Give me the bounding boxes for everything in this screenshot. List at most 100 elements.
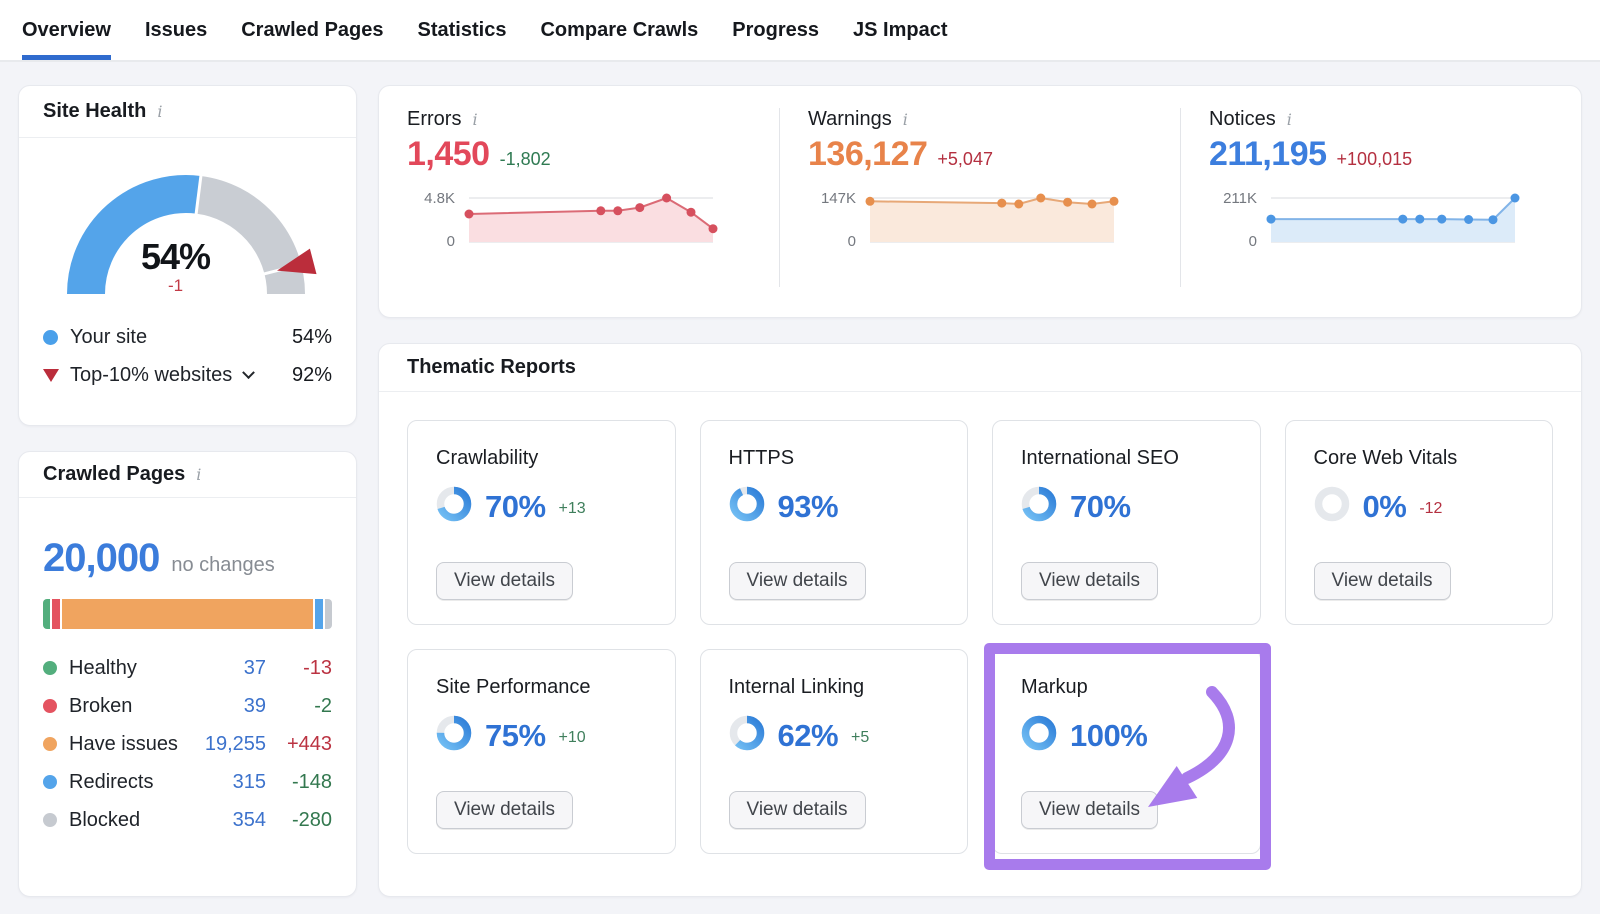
- crawl-row-have-issues: Have issues 19,255 +443: [43, 725, 332, 763]
- https-view-details-button[interactable]: View details: [729, 562, 866, 600]
- healthy-dot-icon: [43, 661, 57, 675]
- warnings-axis-max: 147K: [821, 190, 856, 207]
- markup-title: Markup: [1021, 676, 1232, 699]
- tab-js-impact[interactable]: JS Impact: [853, 0, 947, 60]
- crawled-pages-body: 20,000 no changes Healthy 37 -13 Broken …: [19, 498, 356, 839]
- notices-axis-max: 211K: [1223, 190, 1257, 207]
- crawled-pages-card: Crawled Pages i 20,000 no changes Health…: [18, 451, 357, 897]
- blocked-label: Blocked: [69, 809, 140, 832]
- crawl-row-healthy: Healthy 37 -13: [43, 649, 332, 687]
- errors-delta: -1,802: [500, 149, 551, 170]
- notices-delta: +100,015: [1337, 149, 1413, 170]
- broken-value[interactable]: 39: [194, 695, 266, 718]
- crawled-pages-title: Crawled Pages: [43, 463, 185, 486]
- tab-overview[interactable]: Overview: [22, 0, 111, 60]
- site-performance-delta: +10: [559, 729, 586, 747]
- crawled-pages-header: Crawled Pages i: [19, 452, 356, 498]
- redirects-value[interactable]: 315: [194, 771, 266, 794]
- have-issues-label: Have issues: [69, 733, 178, 756]
- top10-value: 92%: [292, 364, 332, 387]
- gauge-score: 54%: [46, 236, 306, 278]
- internal-linking-delta: +5: [851, 729, 869, 747]
- info-icon[interactable]: i: [155, 102, 164, 121]
- site-performance-view-details-button[interactable]: View details: [436, 791, 573, 829]
- blocked-delta: -280: [266, 809, 332, 832]
- notices-sparkline: [1265, 186, 1523, 255]
- have-issues-dot-icon: [43, 737, 57, 751]
- issues-stats-card: Errors i 1,450 -1,802 4.8K 0: [378, 85, 1582, 318]
- stat-warnings: Warnings i 136,127 +5,047 147K 0: [779, 108, 1180, 287]
- info-icon[interactable]: i: [194, 465, 203, 484]
- errors-axis-zero: 0: [447, 233, 455, 250]
- markup-pct: 100%: [1070, 718, 1147, 754]
- crawlability-view-details-button[interactable]: View details: [436, 562, 573, 600]
- crawled-total-row: 20,000 no changes: [43, 536, 332, 581]
- notices-axis: 211K 0: [1209, 186, 1257, 250]
- healthy-value[interactable]: 37: [194, 657, 266, 680]
- internal-linking-pct: 62%: [778, 718, 839, 754]
- report-card-https: HTTPS 93% View details: [700, 420, 969, 625]
- tab-statistics[interactable]: Statistics: [418, 0, 507, 60]
- crawled-pages-stacked-bar: [43, 599, 332, 629]
- left-column: Site Health i 54% -1 Your site 54%: [18, 85, 357, 897]
- redirects-dot-icon: [43, 775, 57, 789]
- info-icon[interactable]: i: [470, 110, 479, 129]
- errors-value[interactable]: 1,450: [407, 135, 490, 174]
- blocked-dot-icon: [43, 813, 57, 827]
- tab-compare-crawls[interactable]: Compare Crawls: [540, 0, 698, 60]
- info-icon[interactable]: i: [901, 110, 910, 129]
- site-health-title: Site Health: [43, 100, 146, 123]
- legend-row-your-site: Your site 54%: [43, 318, 332, 356]
- have-issues-value[interactable]: 19,255: [194, 733, 266, 756]
- thematic-reports-header: Thematic Reports: [379, 344, 1581, 392]
- warnings-sparkline: [864, 186, 1122, 255]
- warnings-title: Warnings: [808, 108, 892, 131]
- international-seo-donut: [1021, 486, 1057, 527]
- warnings-value[interactable]: 136,127: [808, 135, 927, 174]
- redirects-label: Redirects: [69, 771, 153, 794]
- tab-progress[interactable]: Progress: [732, 0, 819, 60]
- gauge-delta: -1: [46, 276, 306, 296]
- site-health-gauge: 54% -1: [46, 152, 330, 304]
- thematic-reports-title: Thematic Reports: [407, 356, 576, 379]
- warnings-axis: 147K 0: [808, 186, 856, 250]
- report-card-core-web-vitals: Core Web Vitals 0% -12 View details: [1285, 420, 1554, 625]
- crawl-row-blocked: Blocked 354 -280: [43, 801, 332, 839]
- internal-linking-view-details-button[interactable]: View details: [729, 791, 866, 829]
- tab-crawled-pages[interactable]: Crawled Pages: [241, 0, 383, 60]
- have-issues-delta: +443: [266, 733, 332, 756]
- core-web-vitals-delta: -12: [1419, 500, 1442, 518]
- crawl-row-redirects: Redirects 315 -148: [43, 763, 332, 801]
- notices-value[interactable]: 211,195: [1209, 135, 1327, 174]
- healthy-label: Healthy: [69, 657, 137, 680]
- crawled-total-note: no changes: [171, 554, 274, 577]
- info-icon[interactable]: i: [1285, 110, 1294, 129]
- errors-axis-max: 4.8K: [424, 190, 455, 207]
- international-seo-view-details-button[interactable]: View details: [1021, 562, 1158, 600]
- report-card-internal-linking: Internal Linking 62% +5 View details: [700, 649, 969, 854]
- blocked-value[interactable]: 354: [194, 809, 266, 832]
- chevron-down-icon[interactable]: [242, 366, 255, 379]
- international-seo-pct: 70%: [1070, 489, 1131, 525]
- internal-linking-donut: [729, 715, 765, 756]
- markup-view-details-button[interactable]: View details: [1021, 791, 1158, 829]
- core-web-vitals-pct: 0%: [1363, 489, 1407, 525]
- notices-axis-zero: 0: [1249, 233, 1257, 250]
- crawlability-title: Crawlability: [436, 447, 647, 470]
- warnings-axis-zero: 0: [848, 233, 856, 250]
- top-nav: Overview Issues Crawled Pages Statistics…: [0, 0, 1600, 62]
- markup-donut: [1021, 715, 1057, 756]
- report-card-site-performance: Site Performance 75% +10 View details: [407, 649, 676, 854]
- crawlability-pct: 70%: [485, 489, 546, 525]
- https-pct: 93%: [778, 489, 839, 525]
- international-seo-title: International SEO: [1021, 447, 1232, 470]
- your-site-value: 54%: [292, 326, 332, 349]
- tab-issues[interactable]: Issues: [145, 0, 207, 60]
- errors-title: Errors: [407, 108, 461, 131]
- legend-row-top10: Top-10% websites 92%: [43, 356, 332, 394]
- stat-notices: Notices i 211,195 +100,015 211K 0: [1180, 108, 1581, 287]
- core-web-vitals-view-details-button[interactable]: View details: [1314, 562, 1451, 600]
- report-card-markup: Markup 100% View details: [992, 649, 1261, 854]
- site-audit-overview-page: Overview Issues Crawled Pages Statistics…: [0, 0, 1600, 914]
- errors-axis: 4.8K 0: [407, 186, 455, 250]
